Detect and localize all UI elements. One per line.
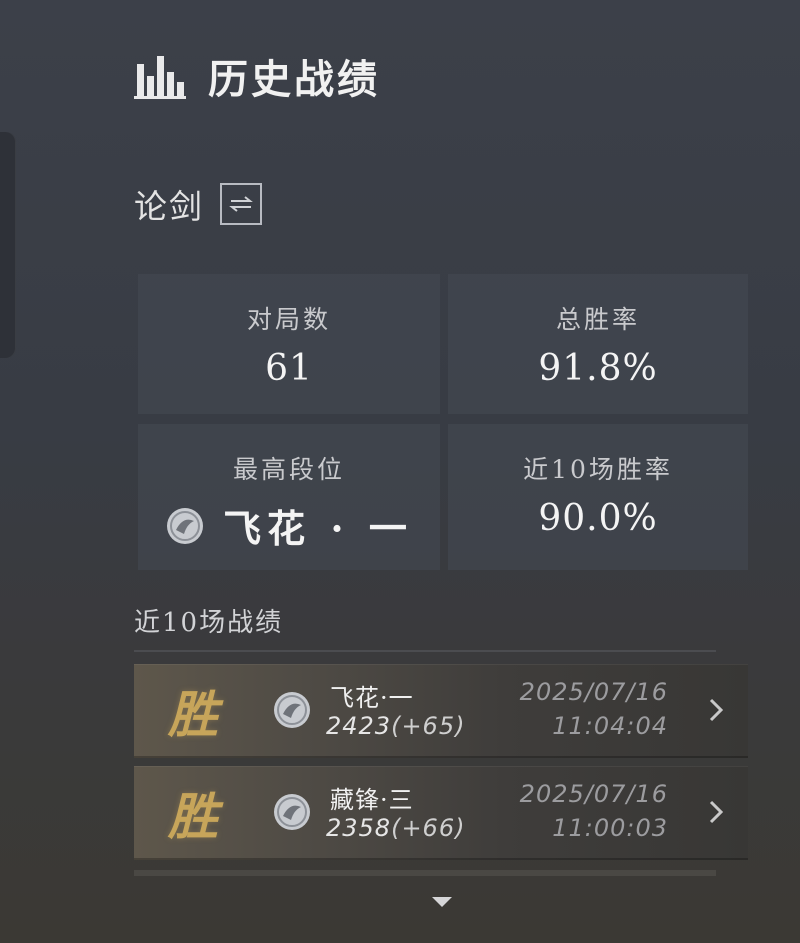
stat-label: 对局数	[246, 305, 331, 334]
rank-text: 飞花 · 一	[223, 506, 413, 551]
stat-card-win-rate: 总胜率 91.8%	[448, 274, 748, 414]
win-badge: 胜	[168, 787, 218, 846]
match-score: 2358(+66)	[326, 814, 465, 842]
bar-chart-icon	[134, 56, 186, 99]
page-title: 历史战绩	[208, 56, 380, 103]
mode-selector: 论剑	[134, 180, 262, 228]
score-value: 2358	[326, 814, 392, 842]
chevron-right-icon	[709, 800, 724, 824]
stat-card-matches: 对局数 61	[138, 274, 440, 414]
stat-card-recent-win-rate: 近10场胜率 90.0%	[448, 424, 748, 570]
rank-emblem-icon	[167, 507, 204, 544]
chevron-right-icon	[709, 698, 724, 722]
stat-label: 近10场胜率	[523, 455, 673, 484]
match-row[interactable]: 胜 藏锋·三 2358(+66) 2025/07/16 11:00:03	[134, 766, 748, 860]
match-date: 2025/07/16	[519, 780, 668, 808]
match-score: 2423(+65)	[326, 712, 465, 740]
stat-card-highest-rank: 最高段位 飞花 · 一	[138, 424, 440, 570]
rank-value: 飞花 · 一	[165, 498, 413, 553]
win-badge: 胜	[168, 685, 218, 744]
match-time: 11:00:03	[552, 814, 668, 842]
match-date: 2025/07/16	[519, 678, 668, 706]
match-rank: 飞花·一	[330, 684, 414, 712]
mode-switch-button[interactable]	[220, 183, 262, 225]
mode-label: 论剑	[134, 187, 204, 226]
score-delta: (+65)	[391, 712, 466, 740]
switch-arrows-icon	[229, 196, 253, 212]
section-divider	[134, 650, 716, 652]
side-drawer-tab[interactable]	[0, 132, 16, 358]
score-value: 2423	[326, 712, 392, 740]
stat-label: 总胜率	[555, 305, 640, 334]
rank-emblem-icon	[274, 692, 310, 728]
match-row[interactable]: 胜 飞花·一 2423(+65) 2025/07/16 11:04:04	[134, 664, 748, 758]
scroll-down-icon[interactable]	[430, 895, 454, 909]
page-header: 历史战绩	[134, 46, 380, 106]
stat-value: 61	[265, 348, 313, 389]
score-delta: (+66)	[391, 814, 466, 842]
match-time: 11:04:04	[552, 712, 668, 740]
stat-label: 最高段位	[232, 455, 345, 484]
stat-value: 90.0%	[538, 498, 658, 539]
rank-emblem-icon	[274, 794, 310, 830]
stat-value: 91.8%	[538, 348, 658, 389]
match-rank: 藏锋·三	[330, 786, 414, 814]
section-title-recent: 近10场战绩	[134, 608, 284, 638]
next-row-peek	[134, 870, 716, 876]
